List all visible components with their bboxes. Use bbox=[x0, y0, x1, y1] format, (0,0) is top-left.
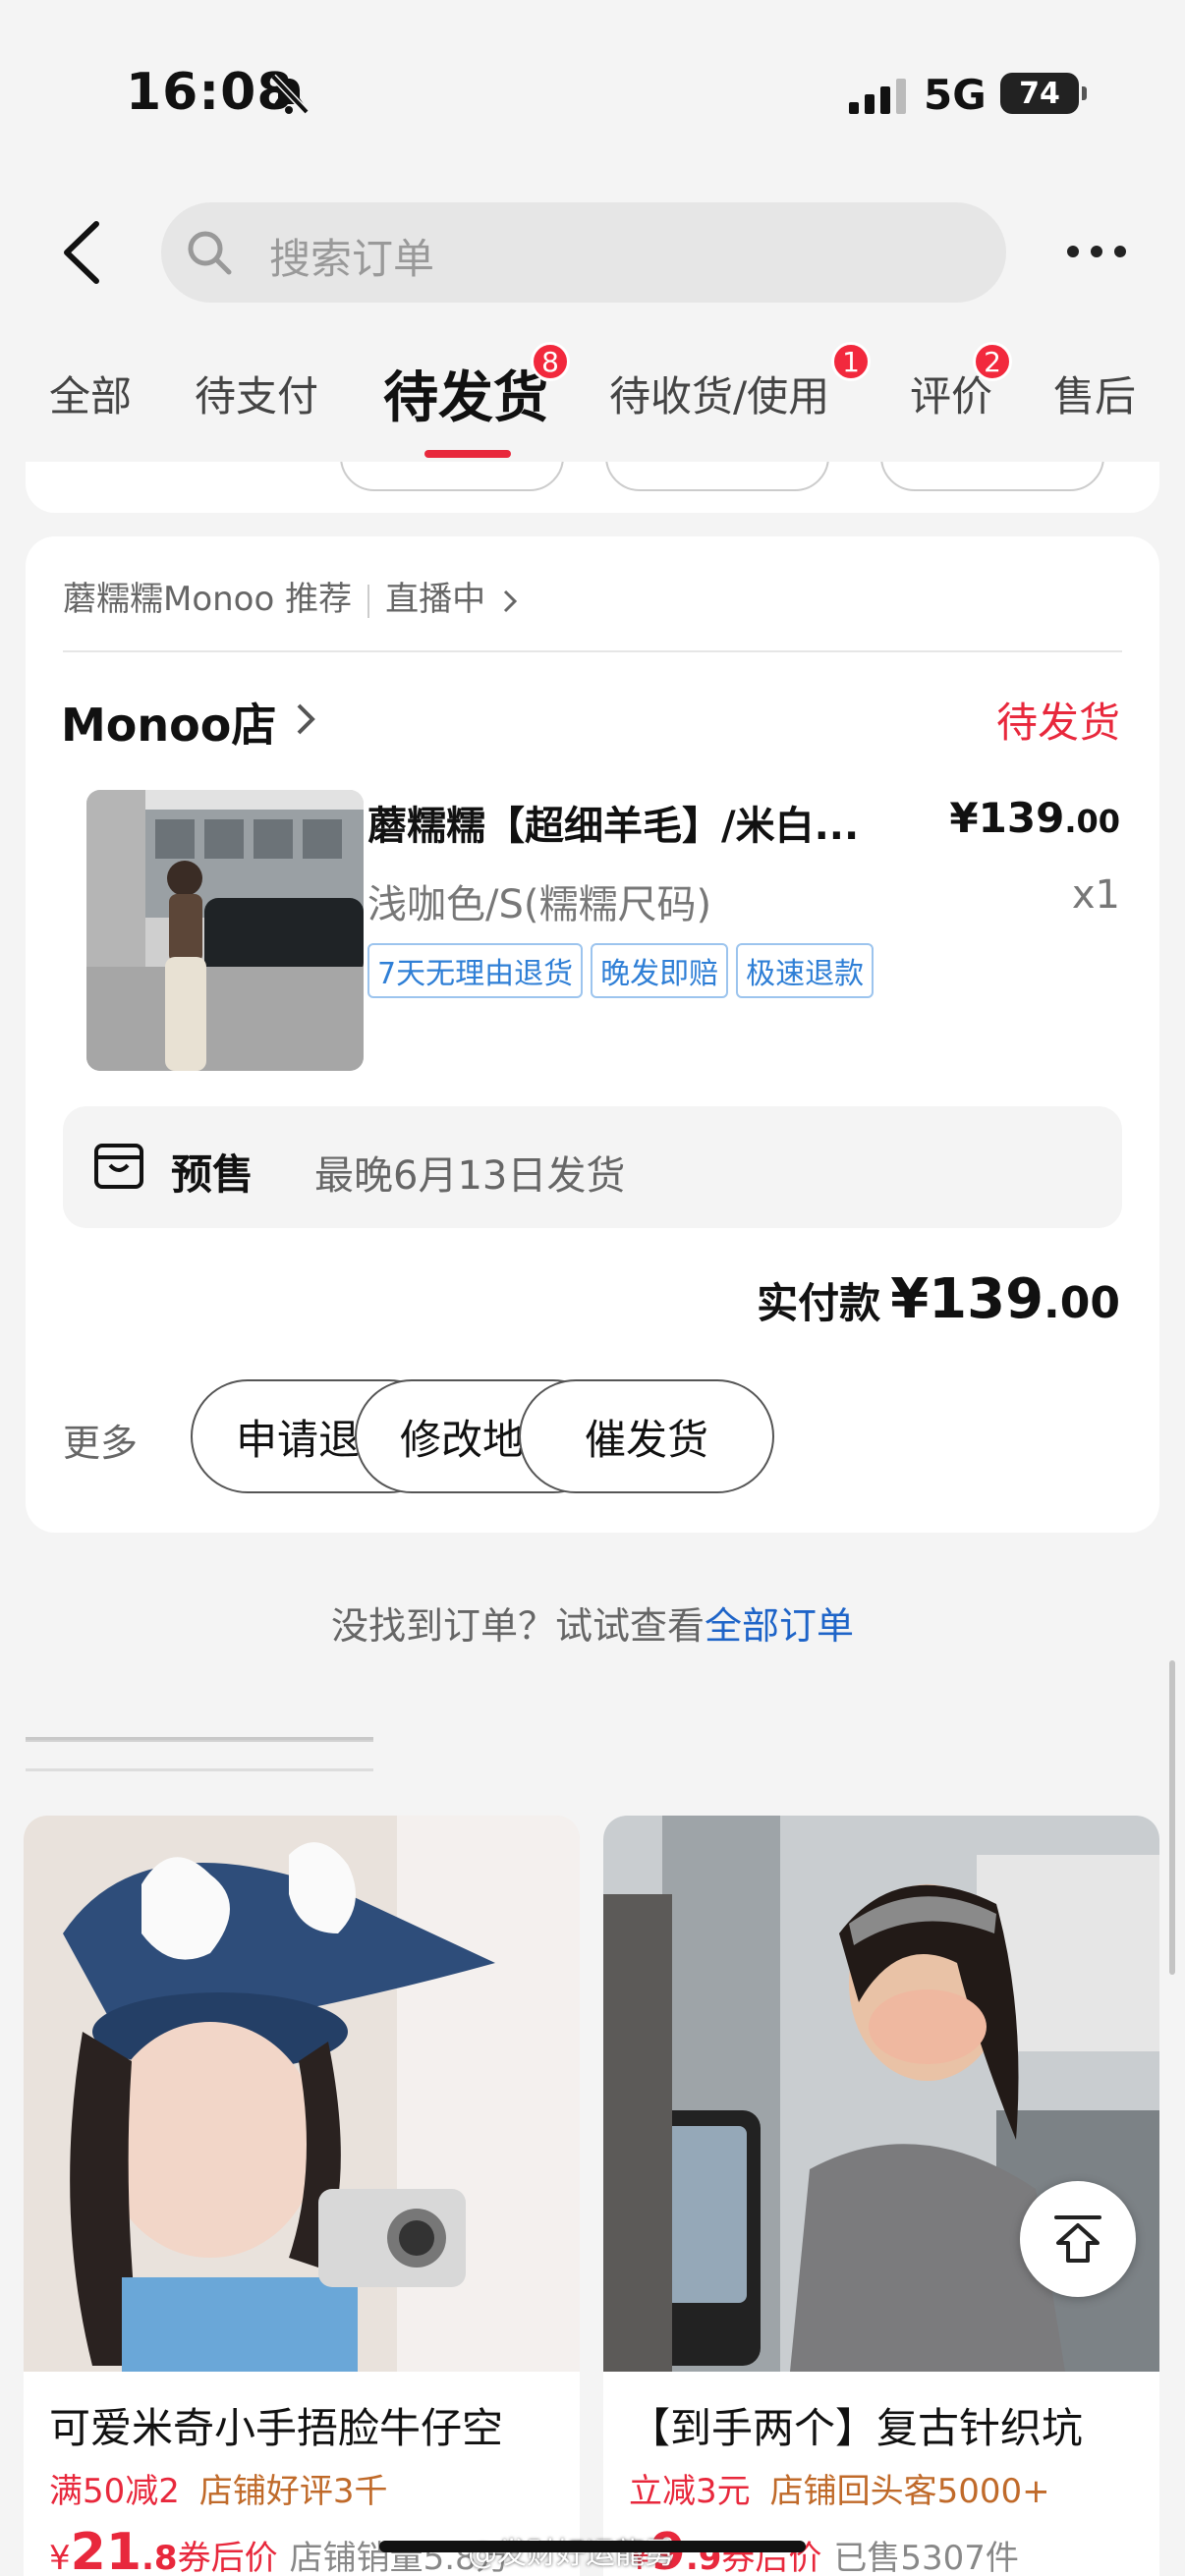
tab-badge-pending-shipment: 8 bbox=[531, 342, 570, 381]
urge-shipment-button[interactable]: 催发货 bbox=[519, 1379, 774, 1493]
chevron-right-icon bbox=[297, 703, 315, 735]
product-promo: 满50减2 店铺好评3千 bbox=[49, 2472, 388, 2511]
more-menu-icon[interactable] bbox=[1065, 242, 1128, 261]
divider bbox=[63, 650, 1122, 652]
paid-label: 实付款 bbox=[757, 1279, 881, 1327]
previous-card-button[interactable] bbox=[880, 462, 1104, 491]
presale-ship-date: 最晚6月13日发货 bbox=[314, 1153, 626, 1199]
recommended-product-card[interactable]: 可爱米奇小手捂脸牛仔空 满50减2 店铺好评3千 ¥21.8券后价 店铺销量5.8万 bbox=[24, 1816, 580, 2576]
presale-label: 预售 bbox=[171, 1150, 254, 1199]
more-actions-link[interactable]: 更多 bbox=[63, 1413, 138, 1467]
live-label: 直播中 bbox=[385, 580, 486, 619]
paid-amount-row: 实付款 ¥139.00 bbox=[757, 1267, 1120, 1331]
network-label: 5G bbox=[924, 71, 987, 119]
service-tag: 晚发即赔 bbox=[591, 943, 729, 998]
tab-badge-pending-receipt: 1 bbox=[831, 342, 871, 381]
tab-after-sales[interactable]: 售后 bbox=[1053, 364, 1136, 423]
product-title: 【到手两个】复古针织坑 bbox=[629, 2404, 1084, 2452]
status-bar: 16:08 5G 74 bbox=[0, 0, 1185, 187]
back-to-top-button[interactable] bbox=[1020, 2181, 1136, 2297]
order-tabs: 全部 待支付 待发货 8 待收货/使用 1 评价 2 售后 bbox=[0, 334, 1185, 462]
tab-pending-receipt[interactable]: 待收货/使用 bbox=[609, 364, 829, 423]
tab-pending-payment[interactable]: 待支付 bbox=[195, 364, 318, 423]
product-price: ¥139.00 bbox=[949, 794, 1120, 842]
shop-name[interactable]: Monoo店 bbox=[61, 690, 276, 755]
order-status: 待发货 bbox=[995, 699, 1120, 747]
previous-order-card bbox=[26, 462, 1159, 513]
streamer-recommend-row[interactable]: 蘑糯糯Monoo 推荐 直播中 bbox=[63, 572, 518, 620]
signal-icon bbox=[849, 79, 906, 114]
product-variant: 浅咖色/S(糯糯尺码) bbox=[367, 882, 712, 927]
paid-amount: ¥139.00 bbox=[890, 1267, 1120, 1331]
mute-bell-icon bbox=[270, 74, 310, 115]
back-to-top-icon bbox=[1054, 2215, 1101, 2263]
service-tag: 极速退款 bbox=[736, 943, 875, 998]
home-indicator[interactable] bbox=[379, 2541, 806, 2552]
product-quantity: x1 bbox=[1071, 872, 1120, 918]
tab-pending-shipment[interactable]: 待发货 bbox=[383, 354, 548, 433]
tab-all[interactable]: 全部 bbox=[49, 364, 132, 423]
product-title: 可爱米奇小手捂脸牛仔空 bbox=[49, 2404, 504, 2452]
product-promo: 立减3元 店铺回头客5000+ bbox=[629, 2472, 1050, 2511]
not-found-hint: 没找到订单？试试查看全部订单 bbox=[0, 1596, 1185, 1650]
chevron-right-icon bbox=[503, 589, 518, 612]
previous-card-button[interactable] bbox=[340, 462, 564, 491]
scrollbar[interactable] bbox=[1169, 1660, 1175, 1975]
product-thumbnail[interactable] bbox=[86, 790, 364, 1071]
hint-text: 没找到订单？试试查看 bbox=[330, 1604, 705, 1648]
product-title[interactable]: 蘑糯糯【超细羊毛】/米白... bbox=[367, 794, 918, 851]
previous-card-button[interactable] bbox=[605, 462, 829, 491]
recommend-section-title bbox=[26, 1737, 373, 1771]
search-icon bbox=[188, 231, 232, 275]
service-tags: 7天无理由退货 晚发即赔 极速退款 bbox=[367, 943, 875, 998]
search-placeholder: 搜索订单 bbox=[269, 235, 435, 283]
back-arrow-icon[interactable] bbox=[57, 218, 106, 287]
recommend-label: 蘑糯糯Monoo 推荐 bbox=[63, 580, 353, 619]
presale-notice: 预售 最晚6月13日发货 bbox=[63, 1106, 1122, 1228]
tab-badge-review: 2 bbox=[973, 342, 1012, 381]
all-orders-link[interactable]: 全部订单 bbox=[705, 1604, 854, 1648]
battery-icon: 74 bbox=[1000, 73, 1087, 114]
order-card: 蘑糯糯Monoo 推荐 直播中 Monoo店 待发货 蘑糯糯【超细羊毛】/米白..… bbox=[26, 536, 1159, 1533]
active-tab-indicator bbox=[424, 450, 511, 458]
service-tag: 7天无理由退货 bbox=[367, 943, 584, 998]
presale-box-icon bbox=[94, 1144, 143, 1189]
search-input[interactable]: 搜索订单 bbox=[161, 202, 1006, 303]
product-image bbox=[24, 1816, 580, 2372]
